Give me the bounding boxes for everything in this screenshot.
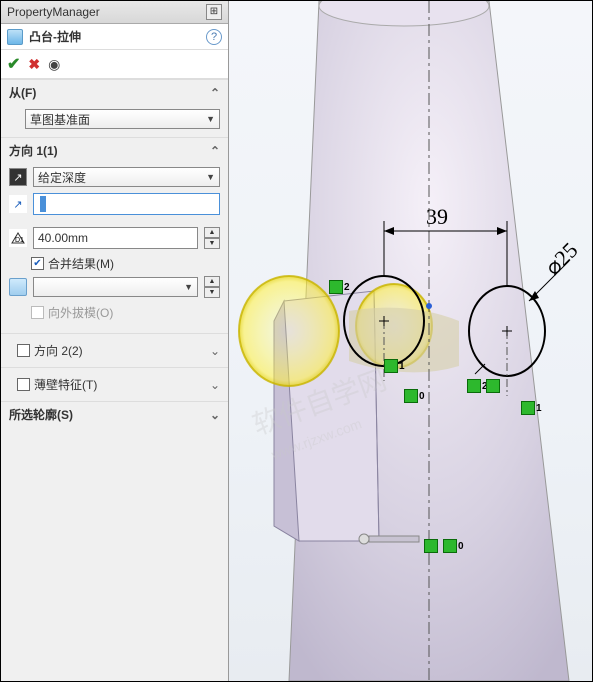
draft-face-icon[interactable] xyxy=(9,278,27,296)
relation-icon[interactable] xyxy=(384,359,398,373)
merge-label: 合并结果(M) xyxy=(48,255,114,272)
preview-button[interactable]: ◉ xyxy=(48,56,60,73)
svg-text:D1: D1 xyxy=(15,237,24,244)
chevron-up-icon: ⌃ xyxy=(210,86,220,100)
chevron-down-icon: ⌄ xyxy=(210,408,220,422)
relation-icon[interactable] xyxy=(329,280,343,294)
section-from-header[interactable]: 从(F) ⌃ xyxy=(1,80,228,105)
feature-header: 凸台-拉伸 ? xyxy=(1,24,228,50)
section-dir2-header[interactable]: 方向 2(2) ⌄ xyxy=(9,338,228,363)
section-dir1-header[interactable]: 方向 1(1) ⌃ xyxy=(1,138,228,163)
chevron-up-icon: ⌃ xyxy=(210,144,220,158)
section-contours: 所选轮廓(S) ⌄ xyxy=(1,401,228,427)
chevron-down-icon: ⌄ xyxy=(210,378,220,392)
relation-icon[interactable] xyxy=(443,539,457,553)
depth-spinner[interactable]: ▲▼ xyxy=(204,227,220,249)
section-from: 从(F) ⌃ 草图基准面 ▼ xyxy=(1,79,228,137)
section-dir2: 方向 2(2) ⌄ xyxy=(1,333,228,367)
depth-icon: D1 xyxy=(9,229,27,247)
chevron-down-icon: ▼ xyxy=(184,282,193,292)
outward-draft-label: 向外拔模(O) xyxy=(48,304,113,321)
reverse-direction-icon[interactable]: ↗ xyxy=(9,168,27,186)
outward-draft-checkbox: 向外拔模(O) xyxy=(31,304,220,321)
relation-icon[interactable] xyxy=(521,401,535,415)
graphics-viewport[interactable]: 39 ⌀25 2 1 2 1 0 0 软件自学网 www.rjzxw.com xyxy=(229,1,592,681)
feature-name: 凸台-拉伸 xyxy=(29,28,81,45)
relation-icon[interactable] xyxy=(404,389,418,403)
depth-value: 40.00mm xyxy=(38,231,88,245)
dir2-label: 方向 2(2) xyxy=(34,342,83,359)
dimension-39[interactable]: 39 xyxy=(426,204,448,230)
from-value: 草图基准面 xyxy=(30,111,90,128)
pin-icon[interactable]: ⊞ xyxy=(206,4,222,20)
endcond-value: 给定深度 xyxy=(38,169,86,186)
chevron-down-icon: ▼ xyxy=(206,172,215,182)
cancel-button[interactable]: ✖ xyxy=(28,56,40,73)
from-label: 从(F) xyxy=(9,84,36,101)
direction-arrow-icon[interactable]: ↗ xyxy=(9,195,27,213)
relation-icon[interactable] xyxy=(486,379,500,393)
help-icon[interactable]: ? xyxy=(206,29,222,45)
contours-label: 所选轮廓(S) xyxy=(9,406,73,423)
thin-label: 薄壁特征(T) xyxy=(34,376,97,393)
direction-vector-input[interactable] xyxy=(33,193,220,215)
confirm-row: ✔ ✖ ◉ xyxy=(1,50,228,79)
section-thin-header[interactable]: 薄壁特征(T) ⌄ xyxy=(9,372,228,397)
draft-dropdown[interactable]: ▼ xyxy=(33,277,198,297)
merge-checkbox[interactable]: ✔ 合并结果(M) xyxy=(31,255,220,272)
model-canvas xyxy=(229,1,592,681)
section-thin: 薄壁特征(T) ⌄ xyxy=(1,367,228,401)
relation-icon[interactable] xyxy=(467,379,481,393)
section-contours-header[interactable]: 所选轮廓(S) ⌄ xyxy=(1,402,228,427)
dir1-label: 方向 1(1) xyxy=(9,142,58,159)
ok-button[interactable]: ✔ xyxy=(7,54,20,74)
draft-spinner[interactable]: ▲▼ xyxy=(204,276,220,298)
extrude-icon xyxy=(7,29,23,45)
section-dir1: 方向 1(1) ⌃ ↗ 给定深度 ▼ ↗ D1 xyxy=(1,137,228,333)
chevron-down-icon: ⌄ xyxy=(210,344,220,358)
panel-title: PropertyManager xyxy=(7,5,100,19)
depth-input[interactable]: 40.00mm xyxy=(33,227,198,249)
endcond-dropdown[interactable]: 给定深度 ▼ xyxy=(33,167,220,187)
property-manager-panel: PropertyManager ⊞ 凸台-拉伸 ? ✔ ✖ ◉ 从(F) ⌃ 草… xyxy=(1,1,229,681)
from-dropdown[interactable]: 草图基准面 ▼ xyxy=(25,109,220,129)
chevron-down-icon: ▼ xyxy=(206,114,215,124)
relation-icon[interactable] xyxy=(424,539,438,553)
panel-titlebar: PropertyManager ⊞ xyxy=(1,1,228,24)
